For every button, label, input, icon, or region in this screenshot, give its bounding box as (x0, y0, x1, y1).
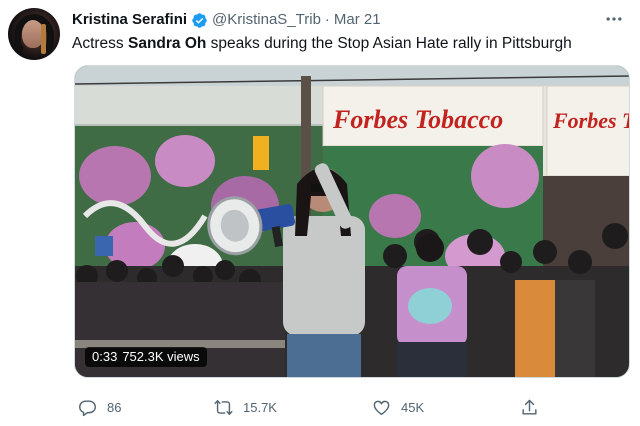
video-duration: 0:33 (92, 349, 118, 364)
author-name[interactable]: Kristina Serafini (72, 10, 187, 30)
share-button[interactable] (520, 396, 539, 418)
tweet-text-mention: Sandra Oh (127, 35, 207, 52)
action-bar: 86 15.7K 45K (72, 396, 640, 418)
reply-count: 86 (107, 399, 122, 415)
tweet-text-end: speaks during the Stop Asian Hate rally … (206, 35, 572, 52)
like-button[interactable]: 45K (372, 396, 424, 418)
more-dots-glyph (606, 17, 622, 21)
retweet-button[interactable]: 15.7K (214, 396, 277, 418)
video-views: 752.3K views (122, 349, 200, 364)
like-count: 45K (401, 399, 425, 415)
avatar[interactable] (8, 8, 60, 60)
separator-dot: · (324, 11, 330, 28)
storefront-sign-right: Forbes Tob (552, 108, 630, 133)
heart-icon (373, 400, 390, 415)
author-handle[interactable]: @KristinaS_Trib (212, 10, 321, 30)
tweet-header: Kristina Serafini @KristinaS_Trib · Mar … (72, 10, 626, 30)
tweet-date[interactable]: Mar 21 (334, 10, 381, 30)
tweet-text: Actress Sandra Oh speaks during the Stop… (72, 33, 572, 54)
retweet-icon (214, 399, 233, 415)
avatar-accent (41, 24, 46, 54)
retweet-count: 15.7K (243, 399, 277, 415)
reply-icon (79, 399, 96, 416)
storefront-sign-left: Forbes Tobacco (332, 105, 503, 134)
video-player[interactable]: Forbes Tobacco Forbes Tob (74, 65, 630, 378)
verified-badge-icon (192, 12, 207, 28)
tweet-text-start: Actress (72, 35, 128, 52)
share-icon (522, 399, 537, 415)
tweet[interactable]: Kristina Serafini @KristinaS_Trib · Mar … (0, 0, 640, 426)
video-stats-badge: 0:33 752.3K views (85, 347, 207, 367)
reply-button[interactable]: 86 (78, 396, 121, 418)
video-frame: Forbes Tobacco Forbes Tob (75, 66, 630, 377)
more-horizontal-icon[interactable] (602, 8, 626, 30)
